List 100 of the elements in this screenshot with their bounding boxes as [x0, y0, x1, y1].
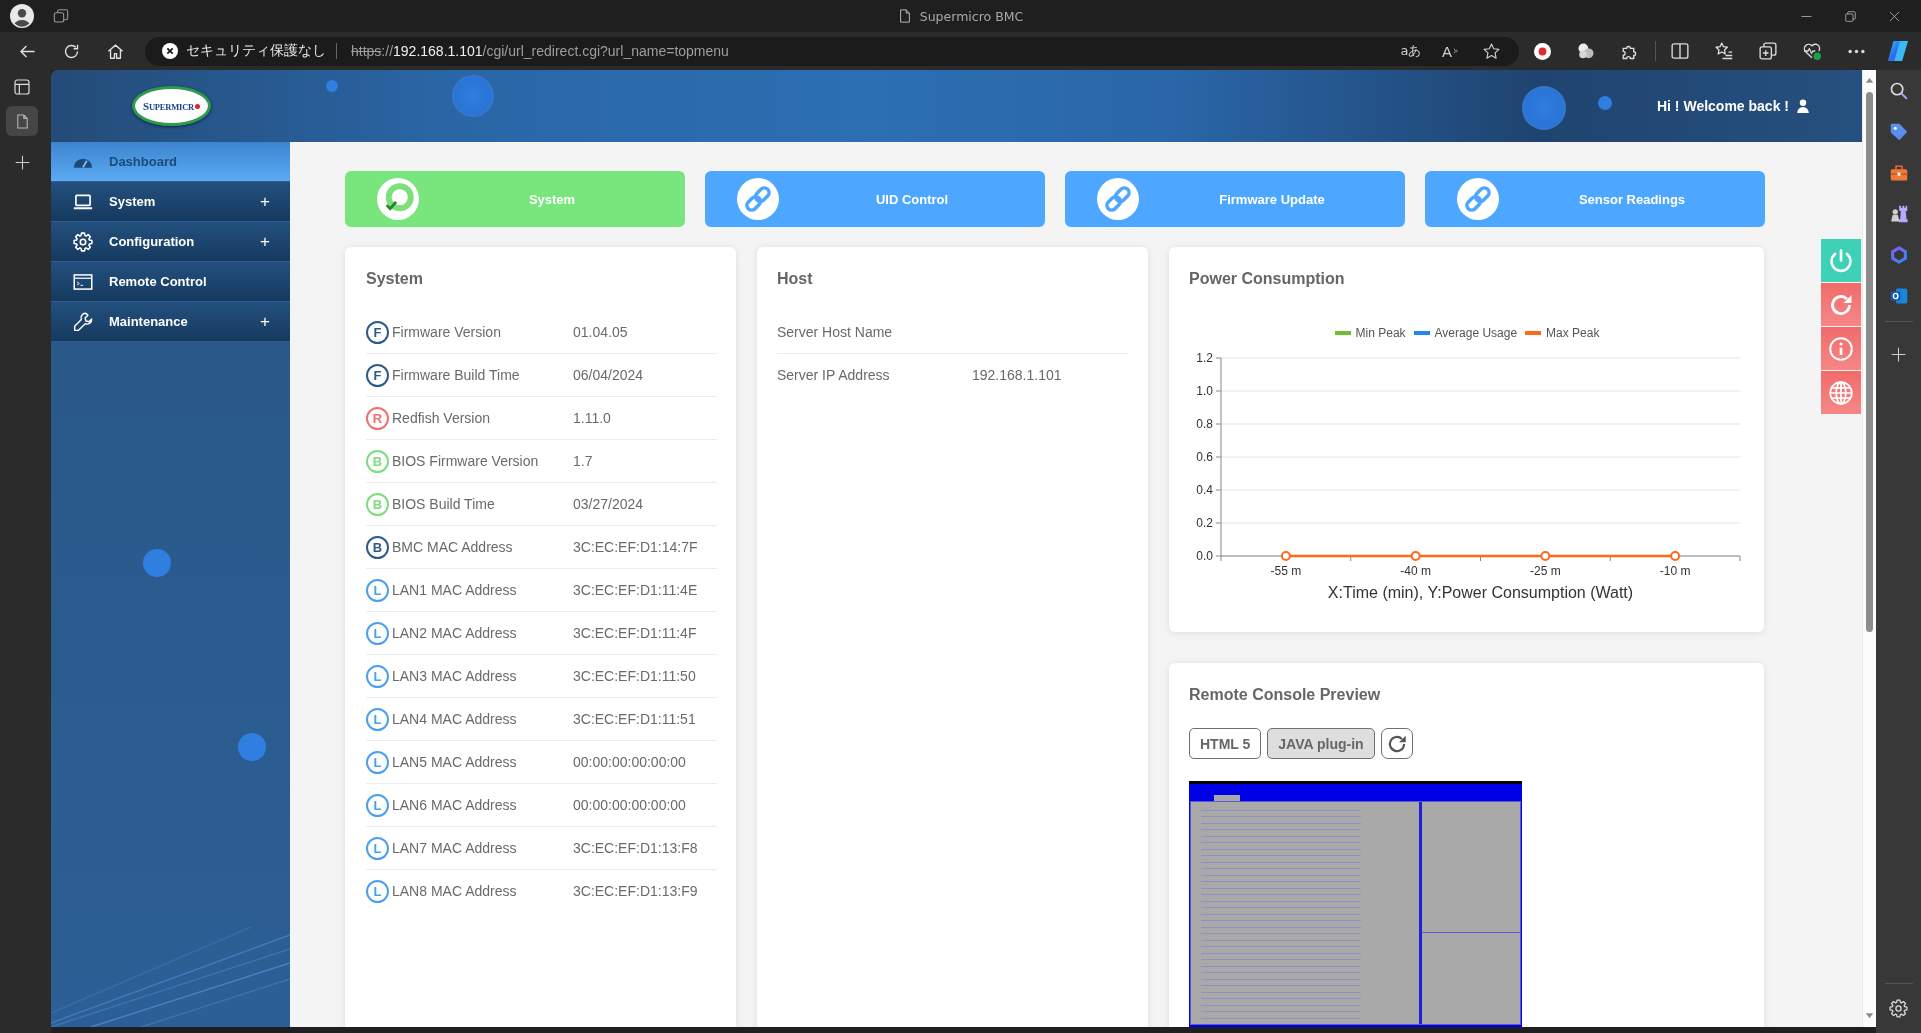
heart-pulse-icon[interactable] — [1803, 42, 1821, 60]
user-icon[interactable] — [1796, 99, 1810, 113]
field-value: 03/27/2024 — [573, 496, 645, 512]
star-icon[interactable] — [1482, 42, 1500, 60]
tab-actions-icon[interactable] — [14, 79, 30, 95]
expand-toggle[interactable]: + — [260, 193, 270, 210]
tag-icon[interactable] — [1889, 123, 1908, 141]
power-icon — [1829, 248, 1853, 273]
plus-icon[interactable] — [1891, 346, 1906, 362]
record-icon[interactable] — [1533, 42, 1551, 60]
tick-label: 0.4 — [1196, 483, 1213, 497]
sidebar-item[interactable]: Configuration + — [51, 222, 290, 262]
info-button[interactable] — [1821, 327, 1861, 370]
url-text[interactable]: https://192.168.1.101/cgi/url_redirect.cgi?url_name=topmenu — [351, 43, 729, 59]
globe-icon — [1829, 380, 1853, 405]
tick-label: 1.2 — [1196, 351, 1213, 365]
field-value: 3C:EC:EF:D1:11:50 — [573, 668, 697, 684]
letter-badge: R — [366, 406, 389, 430]
letter-badge: B — [366, 535, 389, 559]
search-icon[interactable] — [1889, 82, 1908, 100]
data-point[interactable] — [1410, 551, 1421, 561]
tick-label: 0.2 — [1196, 516, 1213, 530]
scrollbar-thumb[interactable] — [1866, 92, 1873, 632]
letter-badge: L — [366, 793, 389, 817]
legend-label[interactable]: Min Peak — [1355, 326, 1406, 340]
home-icon[interactable] — [106, 42, 124, 60]
field-label: LAN4 MAC Address — [392, 711, 517, 727]
new-tab-icon[interactable] — [14, 154, 30, 170]
reset-button[interactable] — [1821, 283, 1861, 326]
tick-label: 1.0 — [1196, 384, 1213, 398]
favorites-icon[interactable] — [1715, 42, 1733, 60]
refresh-icon — [1829, 292, 1853, 317]
address-bar[interactable]: セキュリティ保護なし https://192.168.1.101/cgi/url_redirect.cgi?url_name=topmenu aあ A — [145, 36, 1519, 66]
sidebar-item[interactable]: Remote Control — [51, 262, 290, 302]
sidebar-item[interactable]: System + — [51, 182, 290, 222]
field-label: LAN2 MAC Address — [392, 625, 517, 641]
logo[interactable]: SUPERMICR — [132, 86, 211, 126]
field-label: LAN3 MAC Address — [392, 668, 517, 684]
scrollbar[interactable] — [1862, 70, 1876, 1027]
hexagon-icon[interactable] — [1889, 246, 1908, 264]
console-mode-button[interactable]: HTML 5 — [1189, 728, 1262, 759]
tab-button[interactable] — [6, 106, 38, 136]
blobs-icon[interactable] — [1577, 42, 1595, 60]
data-point[interactable] — [1670, 551, 1681, 561]
expand-toggle[interactable]: + — [260, 233, 270, 250]
toolbox-icon[interactable] — [1889, 164, 1908, 182]
field-value: 06/04/2024 — [573, 367, 645, 383]
letter-badge: F — [366, 363, 389, 387]
field-label: LAN1 MAC Address — [392, 582, 517, 598]
close-icon[interactable] — [1888, 10, 1900, 22]
scroll-up-icon[interactable] — [1865, 76, 1874, 85]
legend-label[interactable]: Max Peak — [1546, 326, 1600, 340]
tick-label: 0.0 — [1196, 549, 1213, 563]
reload-icon[interactable] — [62, 42, 80, 60]
bubble-icon — [143, 549, 171, 577]
read-aloud-button[interactable]: A — [1442, 42, 1460, 60]
field-label: BIOS Firmware Version — [392, 453, 539, 469]
legend-label[interactable]: Average Usage — [1434, 326, 1518, 340]
workspaces-icon[interactable] — [53, 8, 69, 24]
card-title: System — [366, 269, 424, 289]
field-value: 00:00:00:00:00:00 — [573, 754, 687, 770]
scroll-down-icon[interactable] — [1865, 1011, 1874, 1020]
wrench-icon[interactable] — [73, 311, 93, 332]
field-value: 3C:EC:EF:D1:14:7F — [573, 539, 699, 555]
refresh-button[interactable] — [1380, 728, 1413, 759]
card-title: Remote Console Preview — [1189, 685, 1382, 705]
field-label: BMC MAC Address — [392, 539, 513, 555]
link-icon — [1097, 178, 1139, 220]
data-point[interactable] — [1540, 551, 1551, 561]
settings-icon[interactable] — [1889, 998, 1908, 1018]
chess-pieces-icon[interactable] — [1889, 205, 1908, 223]
translate-button[interactable]: aあ — [1400, 42, 1422, 60]
collections-icon[interactable] — [1759, 42, 1777, 60]
axis-title: X:Time (min), Y:Power Consumption (Watt) — [1327, 584, 1634, 601]
tick-label: -40 m — [1400, 564, 1431, 578]
security-label[interactable]: セキュリティ保護なし — [186, 42, 326, 60]
tick-label: -55 m — [1270, 564, 1302, 578]
card-title: Host — [777, 269, 814, 289]
data-point[interactable] — [1280, 551, 1291, 561]
restore-icon[interactable] — [1844, 10, 1856, 22]
expand-toggle[interactable]: + — [260, 313, 270, 330]
letter-badge: L — [366, 664, 389, 688]
terminal-icon[interactable] — [73, 271, 93, 292]
field-label: LAN6 MAC Address — [392, 797, 517, 813]
copilot-icon[interactable] — [1887, 40, 1909, 62]
security-warning-icon[interactable] — [162, 43, 178, 59]
language-button[interactable] — [1821, 371, 1861, 414]
split-screen-icon[interactable] — [1671, 42, 1689, 60]
page-icon — [897, 9, 912, 23]
mail-app-icon[interactable] — [1889, 287, 1908, 305]
bubble-icon — [452, 75, 494, 117]
field-value: 3C:EC:EF:D1:11:4F — [573, 625, 698, 641]
letter-badge: B — [366, 492, 389, 516]
field-label: Firmware Version — [392, 324, 501, 340]
bubble-icon — [238, 733, 266, 761]
window-title: Supermicro BMC — [919, 8, 1024, 24]
letter-badge: L — [366, 836, 389, 860]
profile-avatar-icon[interactable] — [10, 4, 34, 28]
sidebar-item[interactable]: Maintenance + — [51, 302, 290, 342]
letter-badge: B — [366, 449, 389, 473]
